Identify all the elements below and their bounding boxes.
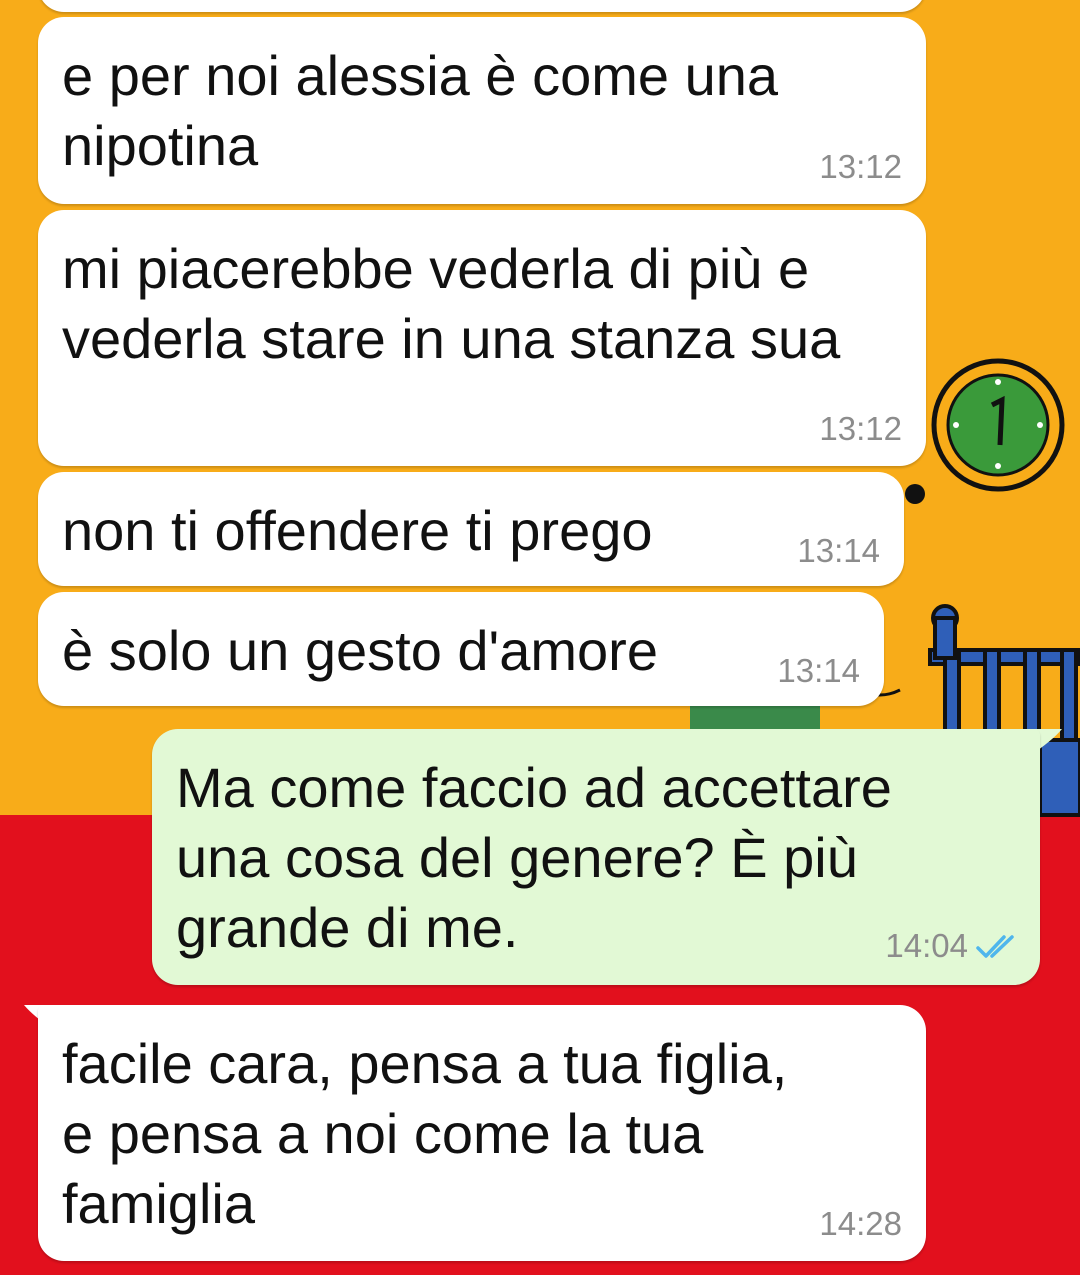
incoming-message-bubble[interactable]: facile cara, pensa a tua figlia, e pensa… [38,1005,926,1261]
incoming-message-bubble[interactable]: è solo un gesto d'amore 13:14 [38,592,884,706]
incoming-message-bubble-partial[interactable] [38,0,926,12]
incoming-message-bubble[interactable]: non ti offendere ti prego 13:14 [38,472,904,586]
message-time: 14:28 [819,1205,902,1242]
message-time: 13:14 [797,532,880,569]
message-time: 13:12 [819,410,902,447]
message-time: 14:04 [885,927,968,964]
outgoing-message-bubble[interactable]: Ma come faccio ad accettare una cosa del… [152,729,1040,985]
incoming-message-bubble[interactable]: e per noi alessia è come una nipotina 13… [38,17,926,204]
message-text: è solo un gesto d'amore [62,619,658,682]
incoming-message-bubble[interactable]: mi piacerebbe vederla di più e vederla s… [38,210,926,466]
message-text: non ti offendere ti prego [62,499,653,562]
double-check-icon [976,935,1014,958]
clock-illustration [931,358,1065,492]
message-text: e per noi alessia è come una nipotina [62,44,778,177]
message-time: 13:14 [777,652,860,689]
message-time: 13:12 [819,148,902,185]
message-text: mi piacerebbe vederla di più e vederla s… [62,237,841,370]
message-text: facile cara, pensa a tua figlia, e pensa… [62,1032,788,1235]
